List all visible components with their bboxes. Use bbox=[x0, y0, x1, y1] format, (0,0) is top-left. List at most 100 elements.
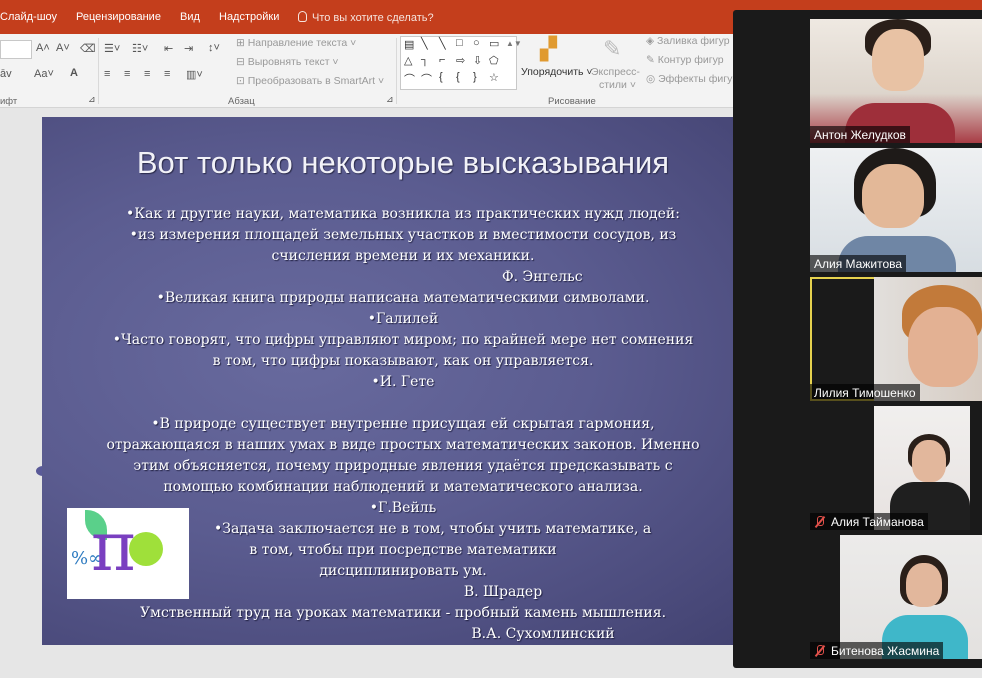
curve-shape-icon[interactable]: ⌒ bbox=[404, 71, 415, 87]
arrow-right-shape-icon[interactable]: ⇨ bbox=[456, 54, 465, 67]
font-color-icon[interactable]: A bbox=[70, 67, 78, 79]
video-tile[interactable]: Алия Тайманова bbox=[810, 406, 982, 530]
numbering-icon[interactable]: ☷˅ bbox=[132, 42, 148, 55]
text-direction-label: Направление текста bbox=[247, 37, 348, 49]
elbow-shape-icon[interactable]: ⌐ bbox=[439, 54, 445, 66]
shape-fill-label: Заливка фигур bbox=[657, 35, 730, 47]
quote-line: •Задача заключается не в том, чтобы учит… bbox=[214, 521, 652, 537]
oval-shape-icon[interactable]: ○ bbox=[473, 37, 480, 49]
brace-shape-icon[interactable]: { bbox=[439, 71, 443, 83]
quick-styles-button-2[interactable]: стили ˅ bbox=[599, 79, 636, 91]
smartart-button[interactable]: ⊡ Преобразовать в SmartArt ˅ bbox=[236, 75, 384, 87]
quote-line: •В природе существует внутренне присущая… bbox=[151, 416, 655, 432]
quote-author: Ф. Энгельс bbox=[502, 269, 583, 285]
participant-name: Битенова Жасмина bbox=[810, 642, 944, 659]
video-tile[interactable]: Битенова Жасмина bbox=[810, 535, 982, 659]
quote-line: отражающаяся в наших умах в виде простых… bbox=[106, 437, 700, 453]
triangle-shape-icon[interactable]: △ bbox=[404, 54, 412, 67]
video-tile-active[interactable]: Лилия Тимошенко bbox=[810, 277, 982, 401]
avatar bbox=[906, 563, 942, 607]
participant-name: Алия Мажитова bbox=[810, 255, 907, 272]
quote-line: •Как и другие науки, математика возникла… bbox=[126, 206, 680, 222]
paragraph-dialog-icon[interactable]: ⊿ bbox=[386, 94, 394, 105]
tab-view[interactable]: Вид bbox=[180, 11, 200, 23]
font-group-label: ифт bbox=[0, 96, 18, 107]
align-right-icon[interactable]: ≡ bbox=[144, 68, 150, 80]
shape-fill-button[interactable]: ◈ Заливка фигур bbox=[646, 35, 730, 47]
shape-effects-button[interactable]: ◎ Эффекты фигур bbox=[646, 73, 738, 85]
separator bbox=[98, 38, 99, 104]
quick-styles-icon[interactable]: ✎ bbox=[603, 36, 621, 62]
star-shape-icon[interactable]: ☆ bbox=[489, 71, 499, 84]
screen: Слайд-шоу Рецензирование Вид Надстройки … bbox=[0, 0, 982, 678]
gallery-scroll-icon[interactable]: ▲▼ bbox=[506, 39, 522, 48]
separator bbox=[396, 38, 397, 104]
arrange-button[interactable]: Упорядочить ˅ bbox=[521, 66, 593, 78]
mic-muted-icon bbox=[814, 516, 826, 528]
justify-icon[interactable]: ≡ bbox=[164, 68, 170, 80]
avatar bbox=[862, 164, 924, 228]
participant-name: Антон Желудков bbox=[810, 126, 910, 143]
lightbulb-icon bbox=[298, 11, 307, 22]
line-shape-icon[interactable]: ╲ bbox=[421, 37, 428, 50]
quote-author: •Галилей bbox=[367, 311, 439, 327]
align-left-icon[interactable]: ≡ bbox=[104, 68, 110, 80]
align-center-icon[interactable]: ≡ bbox=[124, 68, 130, 80]
pi-clipart-image[interactable]: %∞ π bbox=[67, 508, 189, 599]
quick-styles-label-2: стили bbox=[599, 79, 627, 91]
line-shape-icon[interactable]: ╲ bbox=[439, 37, 446, 50]
char-spacing-icon[interactable]: āv bbox=[0, 68, 12, 80]
quote-line: •Часто говорят, что цифры управляют миро… bbox=[112, 332, 694, 348]
drawing-group-label: Рисование bbox=[548, 96, 596, 107]
align-text-button[interactable]: ⊟ Выровнять текст ˅ bbox=[236, 56, 339, 68]
quote-line: •из измерения площадей земельных участко… bbox=[129, 227, 677, 243]
tab-addins[interactable]: Надстройки bbox=[219, 11, 279, 23]
font-dialog-icon[interactable]: ⊿ bbox=[88, 94, 96, 105]
arrange-icon[interactable]: ▞ bbox=[540, 36, 557, 62]
brace-shape-icon[interactable]: } bbox=[473, 71, 477, 83]
align-text-label: Выровнять текст bbox=[247, 56, 330, 68]
textbox-shape-icon[interactable]: ▤ bbox=[404, 38, 414, 51]
quote-line: этим объясняется, почему природные явлен… bbox=[133, 458, 673, 474]
text-direction-button[interactable]: ⊞ Направление текста ˅ bbox=[236, 37, 356, 49]
columns-icon[interactable]: ▥˅ bbox=[186, 68, 203, 81]
video-tile[interactable]: Алия Мажитова bbox=[810, 148, 982, 272]
rounded-rect-shape-icon[interactable]: ▭ bbox=[489, 37, 499, 50]
quick-styles-label-1: Экспресс- bbox=[591, 66, 640, 78]
change-case-icon[interactable]: Aa˅ bbox=[34, 68, 54, 80]
decrease-indent-icon[interactable]: ⇤ bbox=[164, 42, 173, 55]
decrease-font-icon[interactable]: A˅ bbox=[56, 42, 70, 54]
shape-outline-button[interactable]: ✎ Контур фигур bbox=[646, 54, 724, 66]
tab-review[interactable]: Рецензирование bbox=[76, 11, 161, 23]
connector-shape-icon[interactable]: ┐ bbox=[421, 54, 429, 66]
bullets-icon[interactable]: ☰˅ bbox=[104, 42, 120, 55]
avatar bbox=[912, 440, 946, 482]
quote-line: •Великая книга природы написана математи… bbox=[156, 290, 650, 306]
clear-format-icon[interactable]: ⌫ bbox=[80, 42, 96, 55]
increase-font-icon[interactable]: A˄ bbox=[36, 42, 50, 54]
quote-line: счисления времени и их механики. bbox=[271, 248, 535, 264]
brace-shape-icon[interactable]: { bbox=[456, 71, 460, 83]
participant-name: Алия Тайманова bbox=[810, 513, 928, 530]
avatar bbox=[872, 29, 924, 91]
quote-line: помощью комбинации наблюдений и математи… bbox=[163, 479, 643, 495]
quick-styles-button[interactable]: Экспресс- bbox=[591, 66, 640, 78]
line-spacing-icon[interactable]: ↕˅ bbox=[208, 42, 220, 54]
increase-indent-icon[interactable]: ⇥ bbox=[184, 42, 193, 55]
arc-shape-icon[interactable]: ⌒ bbox=[421, 71, 432, 87]
avatar bbox=[908, 307, 978, 387]
quote-line: в том, что цифры показывают, как он упра… bbox=[212, 353, 594, 369]
rectangle-shape-icon[interactable]: □ bbox=[456, 37, 463, 49]
pentagon-shape-icon[interactable]: ⬠ bbox=[489, 54, 499, 67]
arrow-down-shape-icon[interactable]: ⇩ bbox=[473, 54, 482, 67]
slide-title[interactable]: Вот только некоторые высказывания bbox=[42, 145, 764, 181]
slide-canvas[interactable]: Вот только некоторые высказывания •Как и… bbox=[42, 117, 764, 645]
font-size-box[interactable] bbox=[0, 40, 32, 59]
video-tile[interactable]: Антон Желудков bbox=[810, 19, 982, 143]
shapes-gallery[interactable]: ▤ ╲ ╲ □ ○ ▭ △ ┐ ⌐ ⇨ ⇩ ⬠ ⌒ ⌒ { { } ☆ ▲▼ bbox=[400, 36, 522, 90]
tab-slideshow[interactable]: Слайд-шоу bbox=[0, 11, 57, 23]
arrange-label: Упорядочить bbox=[521, 66, 584, 78]
tell-me-search[interactable]: Что вы хотите сделать? bbox=[298, 11, 434, 24]
pi-symbol: π bbox=[91, 508, 136, 587]
mic-muted-icon bbox=[814, 645, 826, 657]
